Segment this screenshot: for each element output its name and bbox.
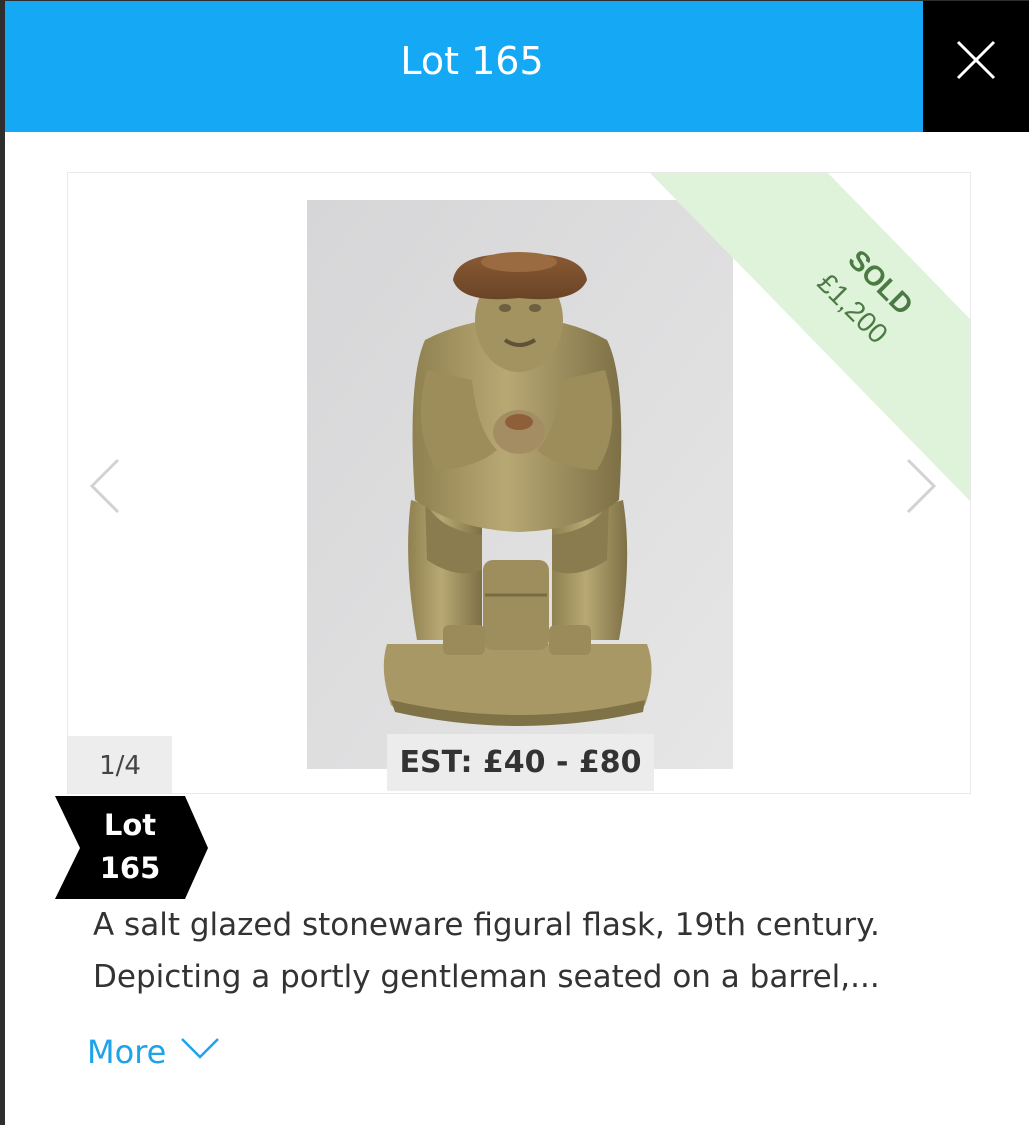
lot-tag-number: 165 (99, 851, 161, 885)
chevron-left-icon[interactable] (86, 456, 126, 516)
lot-tag-label: Lot (103, 808, 157, 842)
modal-header: Lot 165 (5, 1, 923, 132)
estimate-badge: EST: £40 - £80 (387, 734, 654, 791)
image-gallery: SOLD £1,200 1/4 EST: £40 - £80 (67, 172, 971, 794)
description-line-1: A salt glazed stoneware figural flask, 1… (93, 907, 880, 943)
lot-description: A salt glazed stoneware figural flask, 1… (93, 899, 953, 1003)
chevron-right-icon[interactable] (900, 456, 940, 516)
more-link[interactable]: More (87, 1027, 220, 1077)
description-line-2: Depicting a portly gentleman seated on a… (93, 959, 880, 995)
close-icon (956, 40, 996, 80)
lot-modal: Lot 165 SOLD £1,200 1/4 EST: £40 - £80 L… (5, 1, 1029, 1125)
chevron-down-icon (181, 1038, 220, 1059)
close-button[interactable] (923, 1, 1029, 132)
sold-ribbon: SOLD £1,200 (650, 173, 970, 501)
ribbon-band (650, 173, 970, 501)
viewport: Lot 165 SOLD £1,200 1/4 EST: £40 - £80 L… (0, 0, 1029, 1125)
more-label: More (87, 1033, 167, 1071)
modal-title: Lot 165 (400, 39, 544, 83)
lot-number-tag: Lot 165 (55, 796, 208, 899)
image-counter: 1/4 (68, 736, 172, 793)
